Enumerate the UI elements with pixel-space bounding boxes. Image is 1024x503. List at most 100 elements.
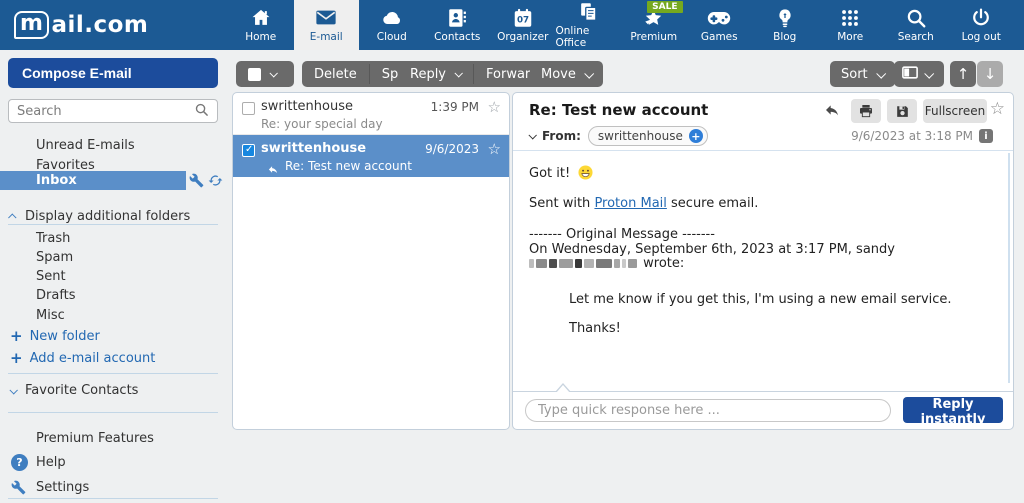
message-date: 9/6/2023 at 3:18 PM <box>851 129 973 143</box>
email-checkbox[interactable] <box>242 102 255 115</box>
info-icon[interactable]: i <box>979 129 993 143</box>
search-icon <box>905 7 927 29</box>
cloud-icon <box>380 7 404 29</box>
chevron-down-icon <box>454 69 462 77</box>
sidebar-item-premium-features[interactable]: Premium Features <box>0 429 226 448</box>
sidebar-folder-drafts[interactable]: Drafts <box>0 286 226 305</box>
sidebar-item-settings[interactable]: Settings <box>0 478 226 497</box>
favorite-star-icon[interactable]: ☆ <box>488 98 501 116</box>
favorite-star-icon[interactable]: ☆ <box>990 99 1005 119</box>
power-icon <box>970 7 992 29</box>
reply-instantly-button[interactable]: Reply instantly <box>903 397 1003 423</box>
plus-icon: + <box>10 329 23 344</box>
add-email-account-button[interactable]: +Add e-mail account <box>10 349 155 368</box>
email-checkbox[interactable] <box>242 144 255 157</box>
svg-text:07: 07 <box>517 16 529 26</box>
calendar-icon: 07 <box>512 7 534 29</box>
layout-columns-button[interactable] <box>894 61 944 87</box>
compose-email-button[interactable]: Compose E-mail <box>8 58 218 88</box>
proton-mail-link[interactable]: Proton Mail <box>594 196 666 211</box>
search-icon[interactable] <box>194 102 209 121</box>
logo-text: ail.com <box>51 12 148 38</box>
nav-logout[interactable]: Log out <box>949 0 1015 50</box>
nav-more[interactable]: More <box>818 0 884 50</box>
quote-header: On Wednesday, September 6th, 2023 at 3:1… <box>529 242 895 257</box>
sidebar-folder-spam[interactable]: Spam <box>0 248 226 267</box>
plus-icon: + <box>10 351 23 366</box>
fullscreen-button[interactable]: Fullscreen <box>923 99 987 123</box>
favorite-star-icon[interactable]: ☆ <box>488 140 501 158</box>
sort-button[interactable]: Sort <box>830 61 895 87</box>
chevron-down-icon <box>924 68 934 78</box>
scroll-down-button[interactable]: ↓ <box>977 61 1003 87</box>
home-icon <box>250 7 272 29</box>
sidebar-folder-sent[interactable]: Sent <box>0 267 226 286</box>
move-button[interactable]: Move <box>530 61 603 87</box>
message-line: Sent with Proton Mail secure email. <box>529 196 758 211</box>
email-list-item[interactable]: swrittenhouse 1:39 PM ☆ Re: your special… <box>233 93 509 135</box>
nav-items: Home E-mail Cloud Contacts 07 Organizer … <box>228 0 1014 50</box>
nav-games[interactable]: Games <box>687 0 753 50</box>
gamepad-icon <box>706 7 732 29</box>
email-list: swrittenhouse 1:39 PM ☆ Re: your special… <box>232 92 510 430</box>
logo-m-bubble: m <box>14 11 49 39</box>
reply-icon[interactable] <box>823 102 841 122</box>
select-all-checkbox[interactable] <box>248 68 261 81</box>
sidebar-search <box>8 99 218 123</box>
wrench-icon <box>11 480 26 495</box>
email-icon <box>314 7 338 29</box>
message-line: Got it! <box>529 165 593 184</box>
reply-forward-group: Reply Forward <box>398 61 550 87</box>
sidebar-item-help[interactable]: ? Help <box>0 453 226 472</box>
mailcom-logo[interactable]: mail.com <box>14 11 148 39</box>
quoted-message-line: Thanks! <box>569 321 621 336</box>
top-navigation: mail.com Home E-mail Cloud Contacts 07 <box>0 0 1024 50</box>
redacted-email-address: wrote: <box>529 256 684 271</box>
sidebar-item-unread[interactable]: Unread E-mails <box>0 136 226 155</box>
scrollbar[interactable] <box>1008 153 1010 383</box>
divider <box>8 412 218 413</box>
select-all-dropdown[interactable] <box>236 61 294 87</box>
sender-contact-pill[interactable]: swrittenhouse + <box>588 126 708 146</box>
columns-icon <box>902 66 918 83</box>
delete-button[interactable]: Delete <box>302 61 369 87</box>
add-contact-icon[interactable]: + <box>689 129 703 143</box>
divider <box>513 150 1013 151</box>
nav-home[interactable]: Home <box>228 0 294 50</box>
original-message-separator: ------- Original Message ------- <box>529 227 715 242</box>
new-folder-button[interactable]: +New folder <box>10 327 100 346</box>
help-icon: ? <box>11 454 28 471</box>
sidebar-folder-trash[interactable]: Trash <box>0 229 226 248</box>
nav-search[interactable]: Search <box>883 0 949 50</box>
bubble-tail <box>556 385 570 393</box>
nav-contacts[interactable]: Contacts <box>425 0 491 50</box>
divider <box>8 498 218 499</box>
email-list-item-selected[interactable]: swrittenhouse 9/6/2023 ☆ Re: Test new ac… <box>233 135 509 177</box>
nav-email[interactable]: E-mail <box>294 0 360 50</box>
reply-button[interactable]: Reply <box>398 61 473 87</box>
sidebar-folder-misc[interactable]: Misc <box>0 306 226 325</box>
contacts-icon <box>446 7 468 29</box>
nav-cloud[interactable]: Cloud <box>359 0 425 50</box>
inbox-refresh-icon[interactable] <box>207 172 224 189</box>
quick-reply-bar: Reply instantly <box>513 391 1013 429</box>
inbox-settings-wrench-icon[interactable] <box>188 172 205 189</box>
quick-reply-input[interactable] <box>525 399 891 422</box>
nav-blog[interactable]: Blog <box>752 0 818 50</box>
grinning-emoji <box>578 165 593 184</box>
print-button[interactable] <box>851 99 881 123</box>
chevron-down-icon <box>876 68 886 78</box>
nav-premium[interactable]: SALE Premium <box>621 0 687 50</box>
message-subject: Re: Test new account <box>529 101 708 119</box>
scroll-up-button[interactable]: ↑ <box>950 61 976 87</box>
chevron-down-icon <box>584 68 594 78</box>
favorite-contacts-toggle[interactable]: Favorite Contacts <box>10 381 138 400</box>
search-input[interactable] <box>17 104 194 119</box>
save-button[interactable] <box>887 99 917 123</box>
lightbulb-icon <box>774 7 796 29</box>
sidebar-item-inbox[interactable]: Inbox <box>0 171 186 190</box>
nav-online-office[interactable]: Online Office <box>556 0 622 50</box>
chevron-down-icon[interactable] <box>528 131 536 139</box>
nav-organizer[interactable]: 07 Organizer <box>490 0 556 50</box>
chevron-up-icon <box>8 213 16 221</box>
